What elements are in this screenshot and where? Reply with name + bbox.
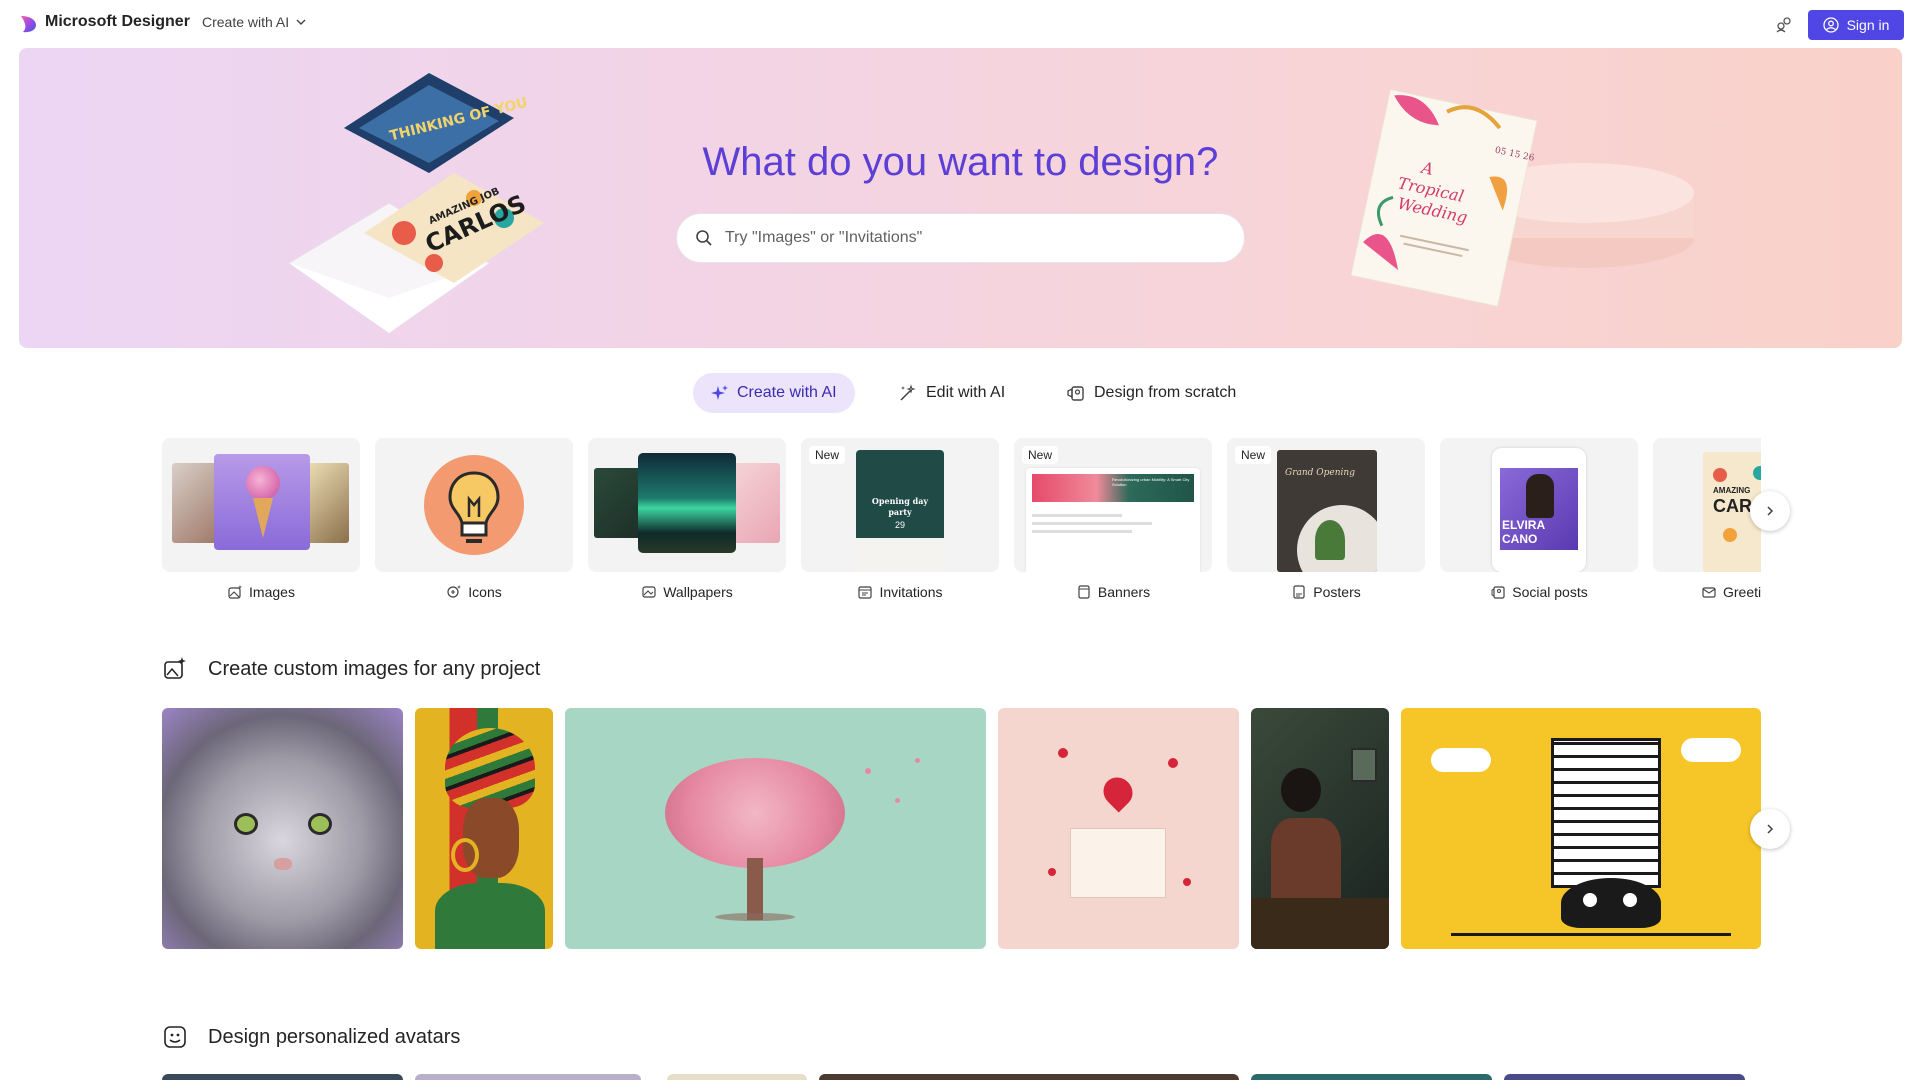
category-invitations-thumb: Opening day party 29 New bbox=[801, 438, 999, 572]
image-sparkle-icon bbox=[164, 657, 186, 679]
gallery-image-cherry-tree[interactable] bbox=[565, 708, 986, 949]
custom-images-title: Create custom images for any project bbox=[208, 657, 541, 680]
hero-banner: THINKING OF YOU AMAZING JOB CARLOS What … bbox=[19, 48, 1902, 348]
category-social-posts[interactable]: ELVIRA CANO Social posts bbox=[1440, 438, 1638, 608]
tab-design-from-scratch-label: Design from scratch bbox=[1094, 384, 1237, 401]
search-bar[interactable] bbox=[676, 213, 1245, 263]
search-icon bbox=[696, 230, 712, 246]
custom-images-heading: Create custom images for any project bbox=[162, 656, 540, 682]
category-images-thumb bbox=[162, 438, 360, 572]
category-posters[interactable]: Grand Opening New Posters bbox=[1227, 438, 1425, 608]
tab-create-with-ai[interactable]: Create with AI bbox=[693, 373, 855, 413]
wedding-invitation-illustration: 05 15 26 A Tropical Wedding bbox=[1350, 88, 1694, 308]
design-canvas-icon bbox=[1067, 386, 1084, 401]
category-posters-thumb: Grand Opening New bbox=[1227, 438, 1425, 572]
avatar-image[interactable] bbox=[415, 1074, 641, 1080]
category-social-posts-label: Social posts bbox=[1512, 584, 1588, 600]
tab-design-from-scratch[interactable]: Design from scratch bbox=[1048, 373, 1254, 413]
greeting-thumb-text-1: AMAZING bbox=[1713, 486, 1751, 495]
social-thumb-text-2: CANO bbox=[1502, 532, 1538, 546]
category-images-label: Images bbox=[249, 584, 295, 600]
magic-wand-icon bbox=[900, 384, 916, 401]
categories-next-button[interactable] bbox=[1750, 491, 1790, 531]
banner-icon bbox=[1078, 585, 1090, 599]
tab-edit-with-ai[interactable]: Edit with AI bbox=[880, 373, 1023, 413]
avatar-sticker-icon bbox=[164, 1026, 186, 1048]
avatar-image[interactable] bbox=[1504, 1074, 1745, 1080]
category-banners-label: Banners bbox=[1097, 584, 1151, 600]
greeting-card-icon bbox=[1702, 587, 1716, 598]
category-invitations[interactable]: Opening day party 29 New Invitations bbox=[801, 438, 999, 608]
category-posters-label: Posters bbox=[1313, 584, 1361, 600]
category-banners[interactable]: Revolutionizing urban Mobility: A Smart … bbox=[1014, 438, 1212, 608]
social-thumb-text-1: ELVIRA bbox=[1502, 518, 1546, 532]
category-invitations-label: Invitations bbox=[879, 584, 943, 600]
light-bulb-icon bbox=[448, 471, 500, 543]
invitation-thumb-title: Opening day bbox=[871, 496, 929, 506]
chevron-right-icon bbox=[1767, 506, 1774, 516]
avatars-heading: Design personalized avatars bbox=[162, 1024, 460, 1050]
create-with-ai-menu[interactable]: Create with AI bbox=[202, 14, 307, 30]
category-greeting-label: Greetin bbox=[1723, 584, 1761, 600]
sign-in-button[interactable]: Sign in bbox=[1808, 10, 1904, 40]
gallery-next-button[interactable] bbox=[1750, 809, 1790, 849]
category-icons-label: Icons bbox=[468, 584, 502, 600]
gallery-image-book-robot[interactable] bbox=[1401, 708, 1761, 949]
avatar-image[interactable] bbox=[162, 1074, 403, 1080]
avatar-image[interactable] bbox=[819, 1074, 1239, 1080]
invitation-icon bbox=[858, 586, 873, 599]
category-greeting-thumb: AMAZING CAR bbox=[1653, 438, 1761, 572]
new-badge: New bbox=[809, 446, 846, 464]
gallery-image-man-writing[interactable] bbox=[1251, 708, 1389, 949]
avatars-gallery bbox=[162, 1074, 1761, 1080]
new-badge: New bbox=[1235, 446, 1272, 464]
invitation-thumb-title-2: party bbox=[888, 507, 912, 517]
designer-logo-icon bbox=[21, 16, 36, 33]
category-images[interactable]: Images bbox=[162, 438, 360, 608]
category-wallpapers[interactable]: Wallpapers bbox=[588, 438, 786, 608]
search-input[interactable] bbox=[725, 229, 1205, 247]
category-carousel: Images Icons Wallpapers Opening day part… bbox=[162, 438, 1761, 608]
gallery-image-heart-envelope[interactable] bbox=[998, 708, 1239, 949]
social-post-icon bbox=[1491, 586, 1505, 599]
custom-images-gallery bbox=[162, 708, 1761, 949]
banner-thumb-text: Revolutionizing urban Mobility: A Smart … bbox=[1112, 477, 1190, 487]
brand-name[interactable]: Microsoft Designer bbox=[45, 13, 190, 31]
category-greeting-cards[interactable]: AMAZING CAR Greetin bbox=[1653, 438, 1761, 608]
new-badge: New bbox=[1022, 446, 1059, 464]
avatar-image[interactable] bbox=[667, 1074, 807, 1080]
avatar-image[interactable] bbox=[1251, 1074, 1492, 1080]
category-social-posts-thumb: ELVIRA CANO bbox=[1440, 438, 1638, 572]
image-ai-icon bbox=[228, 585, 243, 599]
sign-in-label: Sign in bbox=[1846, 17, 1890, 33]
icons-icon bbox=[447, 585, 462, 598]
category-icons[interactable]: Icons bbox=[375, 438, 573, 608]
gallery-image-cat[interactable] bbox=[162, 708, 403, 949]
poster-icon bbox=[1293, 585, 1305, 599]
category-wallpapers-label: Wallpapers bbox=[663, 584, 733, 600]
greeting-cards-illustration: THINKING OF YOU AMAZING JOB CARLOS bbox=[288, 73, 544, 334]
share-icon[interactable] bbox=[1772, 12, 1796, 36]
invitation-thumb-date: 29 bbox=[894, 520, 905, 530]
account-icon bbox=[1822, 17, 1839, 33]
gallery-image-woman-portrait[interactable] bbox=[415, 708, 553, 949]
sparkle-icon bbox=[711, 385, 728, 400]
create-menu-label: Create with AI bbox=[202, 14, 290, 30]
chevron-right-icon bbox=[1767, 824, 1774, 834]
avatars-title: Design personalized avatars bbox=[208, 1025, 461, 1048]
category-banners-thumb: Revolutionizing urban Mobility: A Smart … bbox=[1014, 438, 1212, 572]
chevron-down-icon bbox=[296, 19, 306, 25]
greeting-thumb-text-2: CAR bbox=[1713, 496, 1752, 516]
tab-create-with-ai-label: Create with AI bbox=[737, 384, 837, 401]
wallpaper-icon bbox=[642, 586, 656, 598]
create-mode-tabs: Create with AI Edit with AI Design from … bbox=[0, 373, 1920, 413]
top-bar: Microsoft Designer Create with AI Sign i… bbox=[0, 0, 1920, 48]
category-icons-thumb bbox=[375, 438, 573, 572]
tab-edit-with-ai-label: Edit with AI bbox=[926, 384, 1006, 401]
poster-thumb-text: Grand Opening bbox=[1285, 468, 1355, 478]
category-wallpapers-thumb bbox=[588, 438, 786, 572]
